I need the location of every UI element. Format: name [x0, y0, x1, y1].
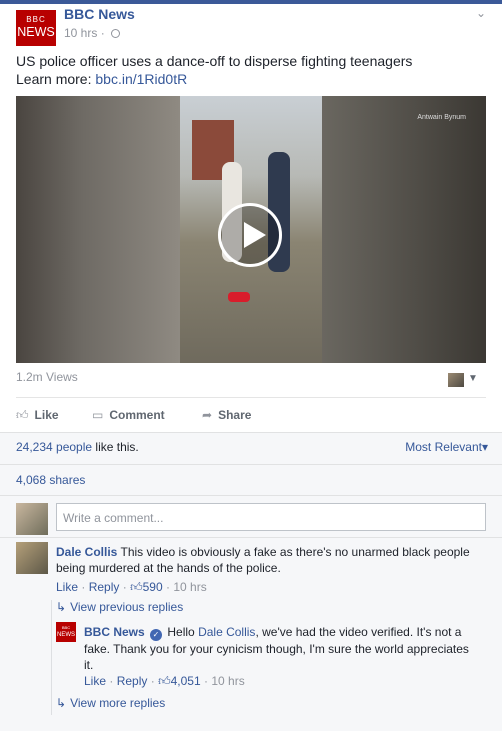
page-name[interactable]: BBC News: [64, 6, 135, 22]
reply-thread-line: [51, 600, 52, 715]
reply-arrow-icon: ↳: [56, 600, 67, 614]
thumbs-up-icon: 👍︎: [16, 408, 29, 422]
share-button[interactable]: ➦ Share: [202, 408, 251, 422]
sort-label: Most Relevant: [405, 440, 482, 454]
post-options-chevron-icon[interactable]: ⌄: [476, 6, 486, 20]
likes-summary: 24,234 people like this.: [16, 440, 139, 454]
learn-more-label: Learn more:: [16, 71, 92, 87]
reply-author-avatar[interactable]: BBC NEWS: [56, 622, 76, 642]
reply-avatar-top: BBC: [61, 625, 71, 630]
action-bar: 👍︎ Like ▭ Comment ➦ Share: [16, 402, 486, 430]
likes-count-link[interactable]: 24,234 people: [16, 440, 92, 454]
caret-down-icon: ▾: [481, 440, 488, 454]
reply-greeting: Hello: [167, 625, 195, 639]
video-blur-left: [16, 96, 180, 363]
reply-reply-link[interactable]: Reply: [117, 674, 148, 688]
learn-more-link[interactable]: bbc.in/1Rid0tR: [95, 71, 187, 87]
comment-author[interactable]: Dale Collis: [56, 545, 117, 559]
bbc-news-logo[interactable]: BBC NEWS: [16, 10, 56, 46]
comment-like-count[interactable]: 👍︎590: [130, 580, 163, 594]
reply-time[interactable]: 10 hrs: [211, 674, 244, 688]
post-text: US police officer uses a dance-off to di…: [16, 52, 486, 88]
like-label: Like: [34, 408, 59, 422]
post-meta: 10 hrs ·: [64, 26, 121, 40]
comment-reply-link[interactable]: Reply: [89, 580, 120, 594]
video-blur-right: [322, 96, 486, 363]
verified-badge-icon: ✓: [150, 629, 163, 641]
reply-author[interactable]: BBC News: [84, 625, 145, 639]
view-count: 1.2m Views: [16, 370, 78, 384]
likes-suffix: like this.: [92, 440, 139, 454]
logo-top-text: BBC: [26, 15, 46, 24]
share-label: Share: [218, 408, 252, 422]
divider: [0, 432, 502, 433]
video-thumbnail-icon[interactable]: [448, 373, 464, 387]
logo-bottom-text: NEWS: [17, 25, 55, 39]
view-previous-replies-link[interactable]: ↳ View previous replies: [56, 600, 183, 614]
video-watermark: Antwain Bynum: [417, 114, 466, 121]
reply-like-link[interactable]: Like: [84, 674, 106, 688]
like-button[interactable]: 👍︎ Like: [16, 408, 59, 423]
post-message: US police officer uses a dance-off to di…: [16, 53, 413, 69]
reply-meta: Like · Reply · 👍︎4,051 · 10 hrs: [84, 674, 245, 688]
comment-like-link[interactable]: Like: [56, 580, 78, 594]
comment-text: This video is obviously a fake as there'…: [56, 545, 470, 575]
view-more-replies-link[interactable]: ↳ View more replies: [56, 696, 165, 710]
video-player[interactable]: Antwain Bynum: [16, 96, 486, 363]
post-time[interactable]: 10 hrs: [64, 26, 97, 40]
video-red-shoes: [228, 292, 250, 302]
sort-dropdown[interactable]: Most Relevant▾: [405, 440, 488, 454]
divider: [0, 537, 502, 538]
divider: [0, 464, 502, 465]
view-previous-label: View previous replies: [70, 600, 184, 614]
view-more-label: View more replies: [70, 696, 166, 710]
comment-like-count-value: 590: [142, 580, 163, 594]
play-icon[interactable]: [218, 203, 282, 267]
commenter-avatar[interactable]: [16, 542, 48, 574]
reply-arrow-icon: ↳: [56, 696, 67, 710]
reply-mention[interactable]: Dale Collis: [198, 625, 255, 639]
divider: [16, 397, 486, 398]
reply-avatar-bottom: NEWS: [57, 632, 75, 638]
thumbs-up-icon: 👍︎: [158, 674, 171, 688]
shares-link[interactable]: 4,068 shares: [16, 473, 85, 487]
divider: [0, 495, 502, 496]
comment-time[interactable]: 10 hrs: [173, 580, 206, 594]
current-user-avatar[interactable]: [16, 503, 48, 535]
comment-button[interactable]: ▭ Comment: [92, 408, 165, 422]
thumbs-up-icon: 👍︎: [130, 580, 143, 594]
post-header: BBC NEWS BBC News 10 hrs · ⌄: [16, 4, 486, 46]
comment-input[interactable]: Write a comment...: [56, 503, 486, 531]
reply-body: BBC News ✓ Hello Dale Collis, we've had …: [84, 624, 479, 673]
globe-icon: [111, 29, 121, 38]
share-icon: ➦: [202, 408, 213, 422]
video-options-chevron-icon[interactable]: ▼: [468, 373, 478, 384]
reply-like-count-value: 4,051: [170, 674, 201, 688]
reply-like-count[interactable]: 👍︎4,051: [158, 674, 201, 688]
comment-label: Comment: [109, 408, 165, 422]
comment-body: Dale Collis This video is obviously a fa…: [56, 544, 476, 576]
comment-meta: Like · Reply · 👍︎590 · 10 hrs: [56, 580, 207, 594]
comment-icon: ▭: [92, 408, 104, 422]
